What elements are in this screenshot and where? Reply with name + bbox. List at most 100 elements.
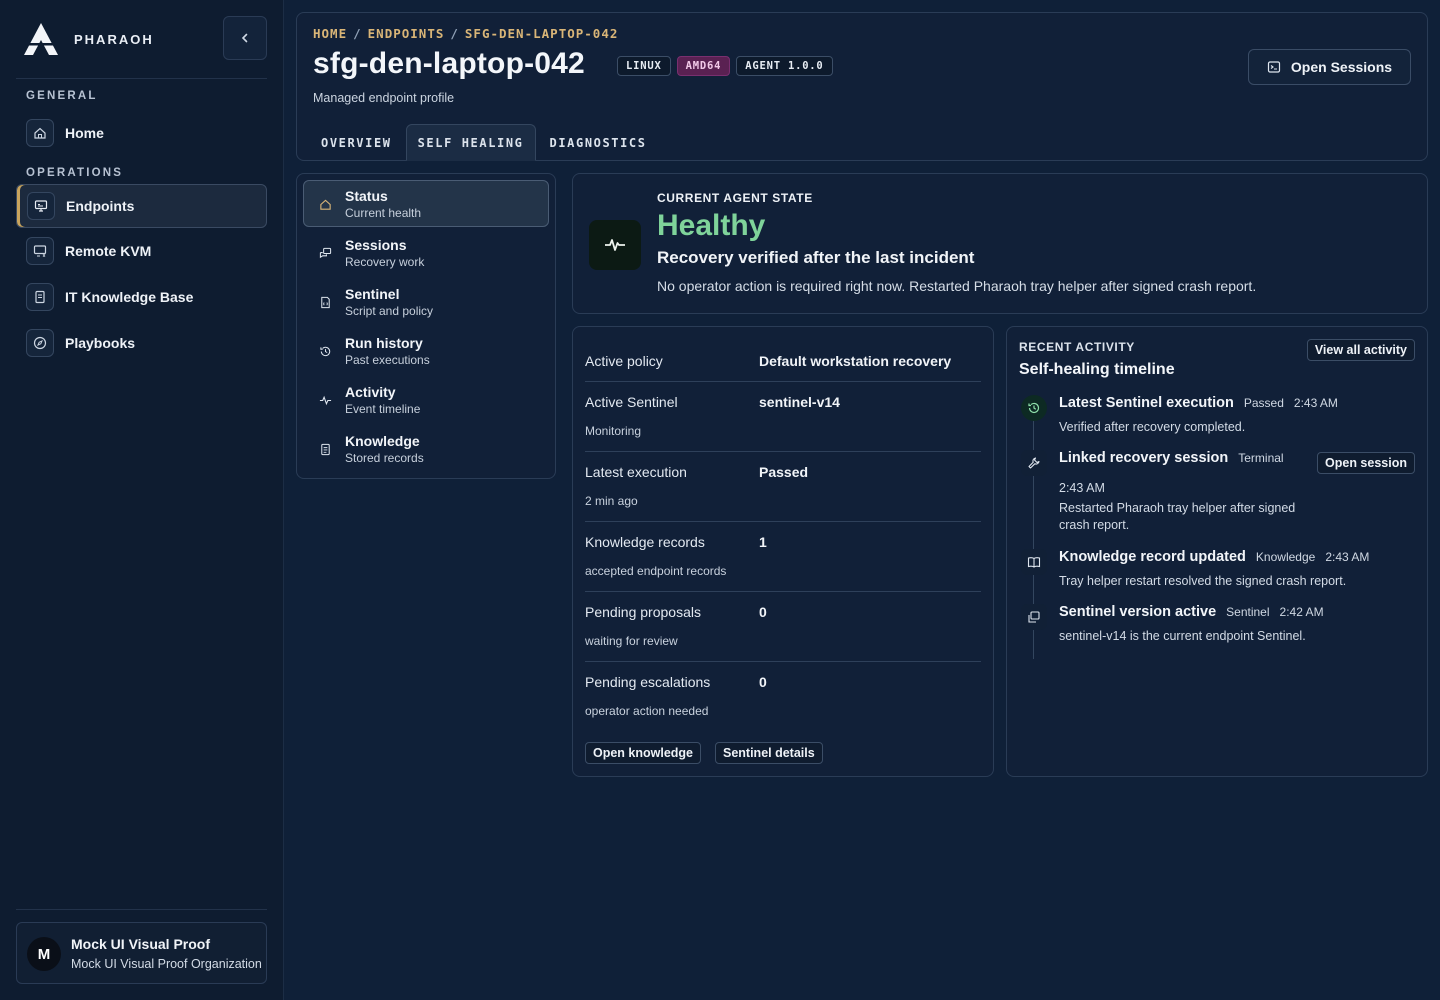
subnav-item-knowledge[interactable]: Knowledge Stored records (303, 425, 549, 472)
sidebar-item-remote-kvm[interactable]: Remote KVM (16, 230, 267, 272)
open-knowledge-button[interactable]: Open knowledge (585, 742, 702, 764)
pulse-icon (316, 391, 334, 409)
sidebar-item-home[interactable]: Home (16, 112, 267, 154)
os-badge: LINUX (617, 56, 671, 76)
self-healing-details-card: Active policy Default workstation recove… (572, 326, 994, 777)
timeline-item-title[interactable]: Knowledge record updated (1059, 549, 1246, 565)
breadcrumb-home[interactable]: HOME (313, 26, 347, 41)
sidebar-divider (16, 78, 267, 79)
tab-bar: OVERVIEW SELF HEALING DIAGNOSTICS (309, 124, 659, 161)
subnav-item-activity[interactable]: Activity Event timeline (303, 376, 549, 423)
state-value: Healthy (657, 209, 766, 242)
self-healing-subnav: Status Current health Sessions Recovery … (296, 173, 556, 479)
subnav-subtitle: Past executions (345, 353, 430, 367)
detail-note: waiting for review (585, 634, 678, 648)
sidebar: PHARAOH GENERAL Home OPERATIONS Endpoint… (0, 0, 284, 1000)
compass-icon (26, 329, 54, 357)
timeline-item-tag: Sentinel (1226, 605, 1270, 619)
document-icon (316, 440, 334, 458)
subnav-item-status[interactable]: Status Current health (303, 180, 549, 227)
home-icon (316, 195, 334, 213)
state-description: No operator action is required right now… (657, 278, 1257, 294)
timeline-item-tag: Knowledge (1255, 550, 1316, 564)
collapse-sidebar-button[interactable] (223, 16, 267, 60)
timeline-item-title[interactable]: Sentinel version active (1059, 604, 1216, 620)
open-session-button[interactable]: Open session (1317, 452, 1415, 474)
brand[interactable]: PHARAOH (22, 22, 154, 56)
breadcrumb: HOME / ENDPOINTS / SFG-DEN-LAPTOP-042 (313, 26, 619, 41)
history-icon (1021, 395, 1047, 421)
state-headline: Recovery verified after the last inciden… (657, 248, 975, 267)
tab-diagnostics[interactable]: DIAGNOSTICS (538, 124, 659, 161)
timeline-item-header: Linked recovery session Terminal (1059, 450, 1284, 466)
detail-value: 1 (759, 534, 767, 550)
sidebar-item-it-knowledge-base[interactable]: IT Knowledge Base (16, 276, 267, 318)
detail-value: Passed (759, 464, 809, 480)
device-icon (1021, 604, 1047, 630)
timeline-item-title[interactable]: Linked recovery session (1059, 450, 1228, 466)
monitor-icon (27, 192, 55, 220)
remote-display-icon (26, 237, 54, 265)
sidebar-divider (16, 909, 267, 910)
subnav-item-run-history[interactable]: Run history Past executions (303, 327, 549, 374)
timeline-item-header: Sentinel version active Sentinel 2:42 AM (1059, 604, 1324, 620)
tab-self-healing[interactable]: SELF HEALING (405, 124, 536, 161)
subnav-title: Run history (345, 335, 423, 351)
timeline-item-title[interactable]: Latest Sentinel execution (1059, 395, 1234, 411)
sidebar-item-playbooks[interactable]: Playbooks (16, 322, 267, 364)
breadcrumb-current: SFG-DEN-LAPTOP-042 (464, 26, 619, 41)
timeline-item-description: sentinel-v14 is the current endpoint Sen… (1059, 629, 1306, 643)
script-file-icon (316, 293, 334, 311)
wrench-icon (1021, 450, 1047, 476)
detail-note: 2 min ago (585, 494, 638, 508)
detail-note: operator action needed (585, 704, 709, 718)
state-label: CURRENT AGENT STATE (657, 191, 813, 205)
activity-eyebrow: RECENT ACTIVITY (1019, 340, 1135, 354)
detail-label: Latest execution (585, 464, 687, 480)
detail-value: 0 (759, 604, 767, 620)
timeline-item-time: 2:43 AM (1293, 396, 1338, 410)
detail-value: 0 (759, 674, 767, 690)
detail-label: Knowledge records (585, 534, 705, 550)
detail-label: Active Sentinel (585, 394, 678, 410)
terminal-icon (1267, 61, 1281, 73)
subnav-subtitle: Event timeline (345, 402, 421, 416)
endpoint-header: HOME / ENDPOINTS / SFG-DEN-LAPTOP-042 sfg-de… (296, 12, 1428, 161)
subnav-title: Sentinel (345, 286, 400, 302)
book-icon (26, 283, 54, 311)
subnav-title: Knowledge (345, 433, 420, 449)
timeline-item-tag: Passed (1243, 396, 1284, 410)
agent-state-card: CURRENT AGENT STATE Healthy Recovery ver… (572, 173, 1428, 314)
section-label-general: GENERAL (26, 90, 98, 102)
sidebar-item-label: Remote KVM (65, 243, 152, 259)
sidebar-item-endpoints[interactable]: Endpoints (16, 184, 267, 228)
subnav-item-sessions[interactable]: Sessions Recovery work (303, 229, 549, 276)
view-all-activity-button[interactable]: View all activity (1306, 339, 1415, 361)
chevron-left-icon (241, 33, 248, 43)
timeline-item-header: Latest Sentinel execution Passed 2:43 AM (1059, 395, 1338, 411)
timeline-item-header: Knowledge record updated Knowledge 2:43 … (1059, 549, 1369, 565)
subnav-title: Activity (345, 384, 396, 400)
open-sessions-button[interactable]: Open Sessions (1248, 49, 1411, 85)
detail-row-knowledge-records: Knowledge records 1 accepted endpoint re… (585, 534, 981, 592)
subnav-item-sentinel[interactable]: Sentinel Script and policy (303, 278, 549, 325)
sidebar-item-label: Home (65, 125, 104, 141)
timeline-item-description: Verified after recovery completed. (1059, 420, 1246, 434)
page-subtitle: Managed endpoint profile (313, 91, 455, 105)
sidebar-item-label: Endpoints (66, 198, 135, 214)
tab-overview[interactable]: OVERVIEW (309, 124, 404, 161)
recent-activity-card: RECENT ACTIVITY Self-healing timeline Vi… (1006, 326, 1428, 777)
open-book-icon (1021, 549, 1047, 575)
timeline-item-tag: Terminal (1238, 451, 1284, 465)
breadcrumb-endpoints[interactable]: ENDPOINTS (368, 26, 445, 41)
subnav-subtitle: Script and policy (345, 304, 434, 318)
detail-row-latest-execution: Latest execution Passed 2 min ago (585, 464, 981, 522)
org-name: Mock UI Visual Proof (71, 936, 210, 952)
subnav-subtitle: Current health (345, 206, 422, 220)
pulse-icon (589, 220, 641, 270)
endpoint-badges: LINUX AMD64 AGENT 1.0.0 (617, 56, 833, 76)
timeline-item-description: Tray helper restart resolved the signed … (1059, 574, 1347, 588)
organization-switcher[interactable]: M Mock UI Visual Proof Mock UI Visual Pr… (16, 922, 267, 984)
sentinel-details-button[interactable]: Sentinel details (715, 742, 823, 764)
detail-label: Pending escalations (585, 674, 711, 690)
